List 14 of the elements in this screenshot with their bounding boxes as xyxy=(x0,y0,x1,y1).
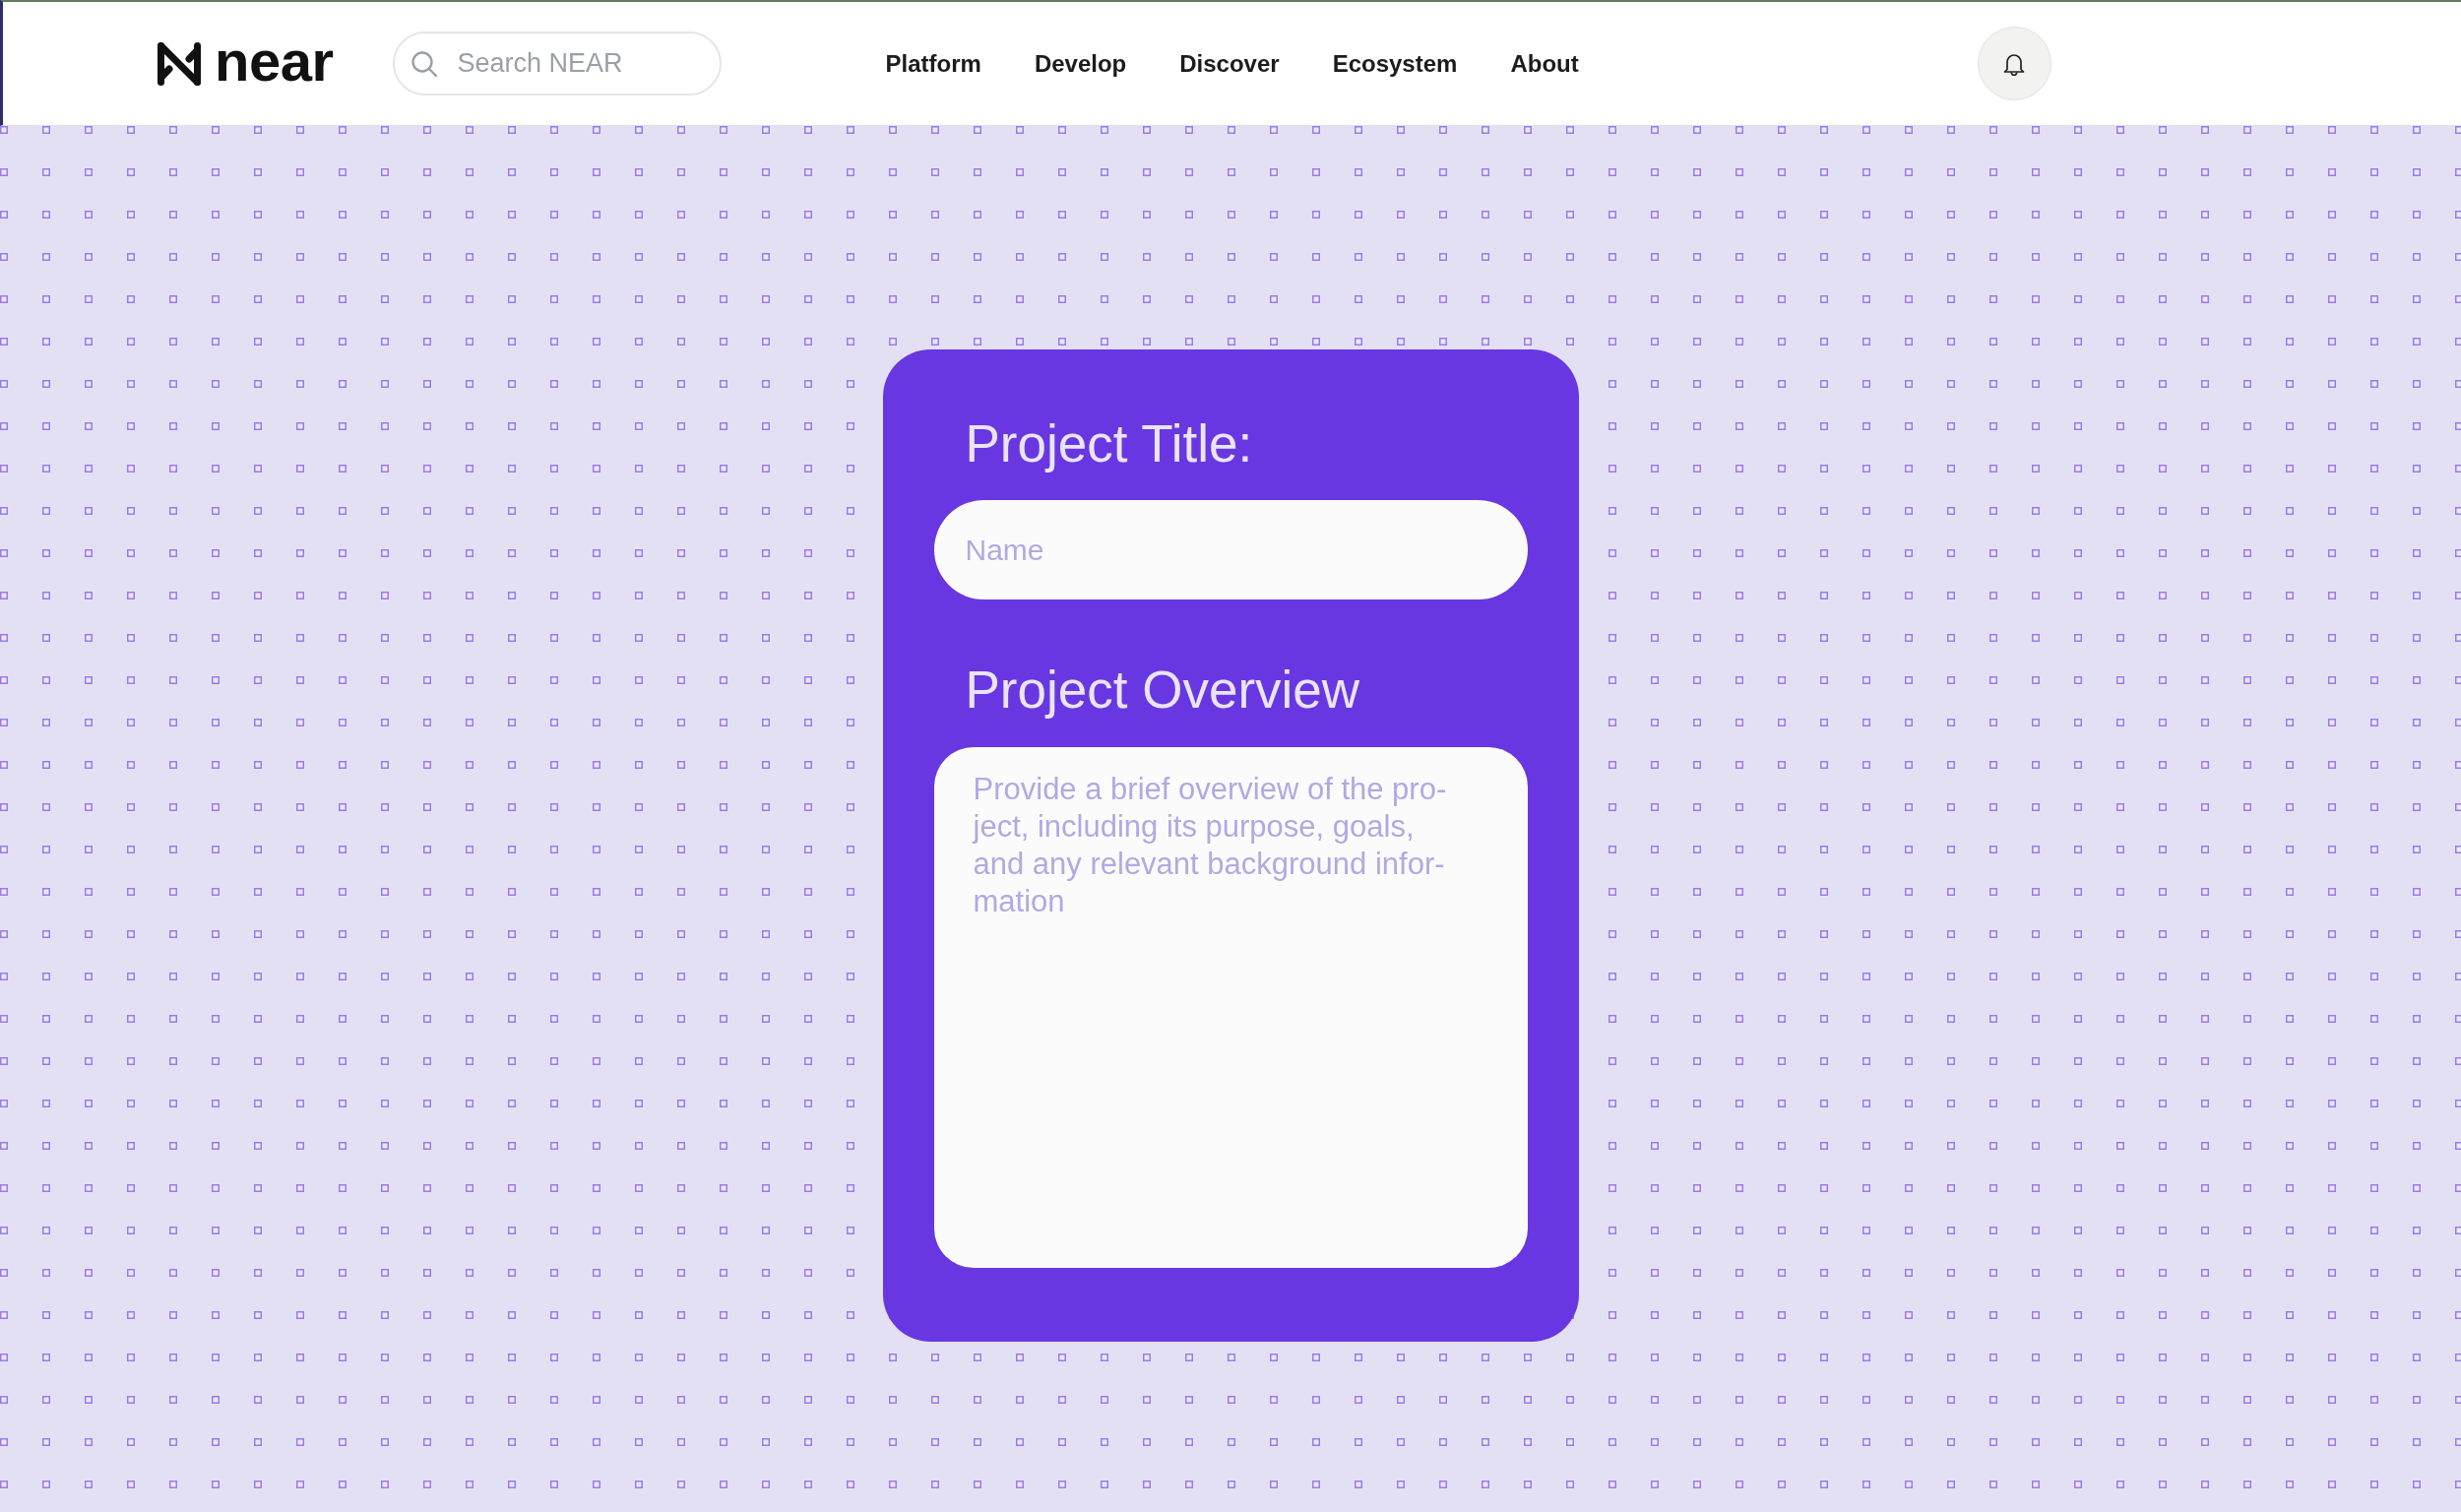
search-icon xyxy=(410,51,437,77)
nav-link[interactable]: Platform xyxy=(885,49,981,78)
text-area-field[interactable]: Provide a brief overview of the pro- ject, including its purpose, goals, and any relevant background infor- mation xyxy=(933,747,1528,1268)
nav-link[interactable]: About xyxy=(1510,49,1579,78)
nav-link[interactable]: Discover xyxy=(1179,49,1280,78)
search-field[interactable]: Search NEAR xyxy=(392,32,722,95)
field-label: Project Overview xyxy=(965,660,1360,720)
logo-text: near xyxy=(215,32,334,90)
bell-icon xyxy=(2003,51,2026,76)
nav-link[interactable]: Ecosystem xyxy=(1332,49,1458,78)
logo-icon xyxy=(158,41,201,86)
field-label: Project Title: xyxy=(965,413,1253,473)
text-input-field[interactable]: Name xyxy=(933,500,1528,599)
nav-link[interactable]: Develop xyxy=(1034,49,1127,78)
